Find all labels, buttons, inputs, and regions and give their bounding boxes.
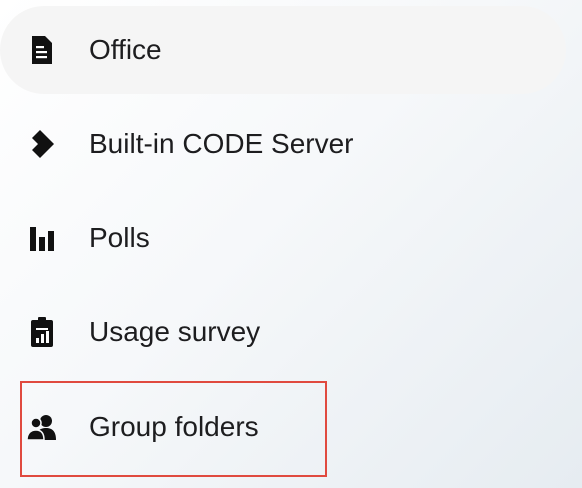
group-icon <box>24 409 60 445</box>
nav-item-label: Office <box>89 34 162 65</box>
settings-sidebar-nav: Office Built-in CODE Server Polls Usage … <box>0 0 582 488</box>
code-server-icon <box>24 126 60 162</box>
nav-item-built-in-code-server[interactable]: Built-in CODE Server <box>0 100 566 188</box>
nav-item-polls[interactable]: Polls <box>0 194 566 282</box>
document-icon <box>24 32 60 68</box>
nav-item-label: Polls <box>89 222 150 253</box>
nav-item-label: Usage survey <box>89 316 261 347</box>
clipboard-chart-icon <box>24 314 60 350</box>
nav-item-usage-survey[interactable]: Usage survey <box>0 288 566 376</box>
nav-item-label: Built-in CODE Server <box>89 128 354 159</box>
nav-item-office[interactable]: Office <box>0 6 566 94</box>
nav-item-group-folders[interactable]: Group folders <box>0 383 566 471</box>
nav-item-label: Group folders <box>89 411 259 442</box>
bar-chart-icon <box>24 220 60 256</box>
